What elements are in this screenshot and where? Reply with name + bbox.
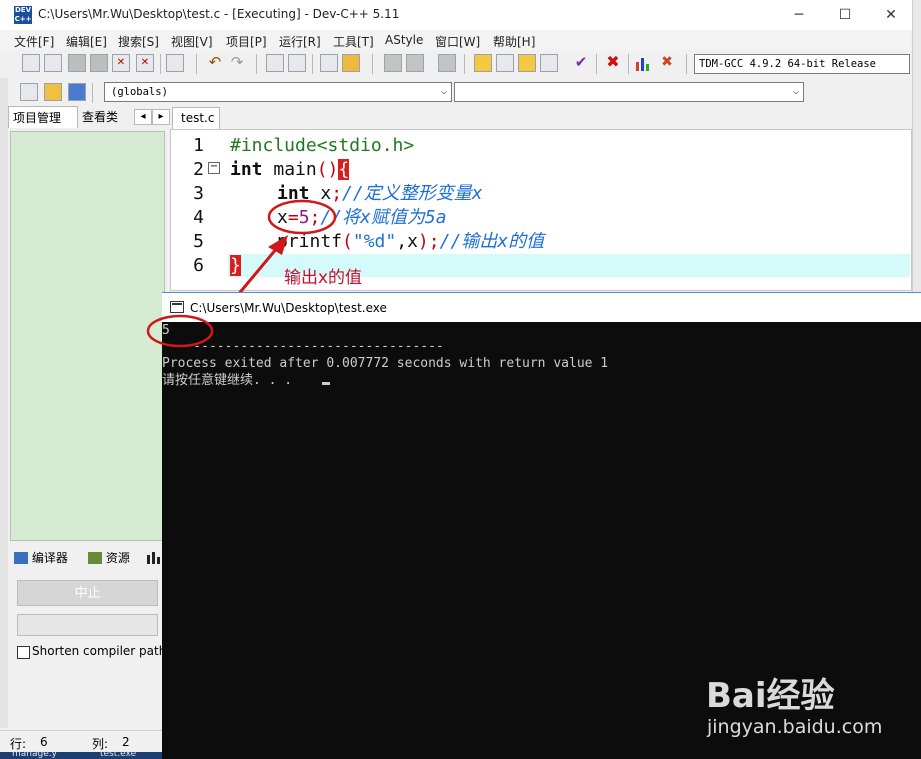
highlight-ellipse-output [146,314,214,348]
console-annotation-overlay [146,314,214,348]
baidu-jingyan-watermark: Bai经验 [706,676,835,716]
watermark-url: jingyan.baidu.com [707,716,883,738]
